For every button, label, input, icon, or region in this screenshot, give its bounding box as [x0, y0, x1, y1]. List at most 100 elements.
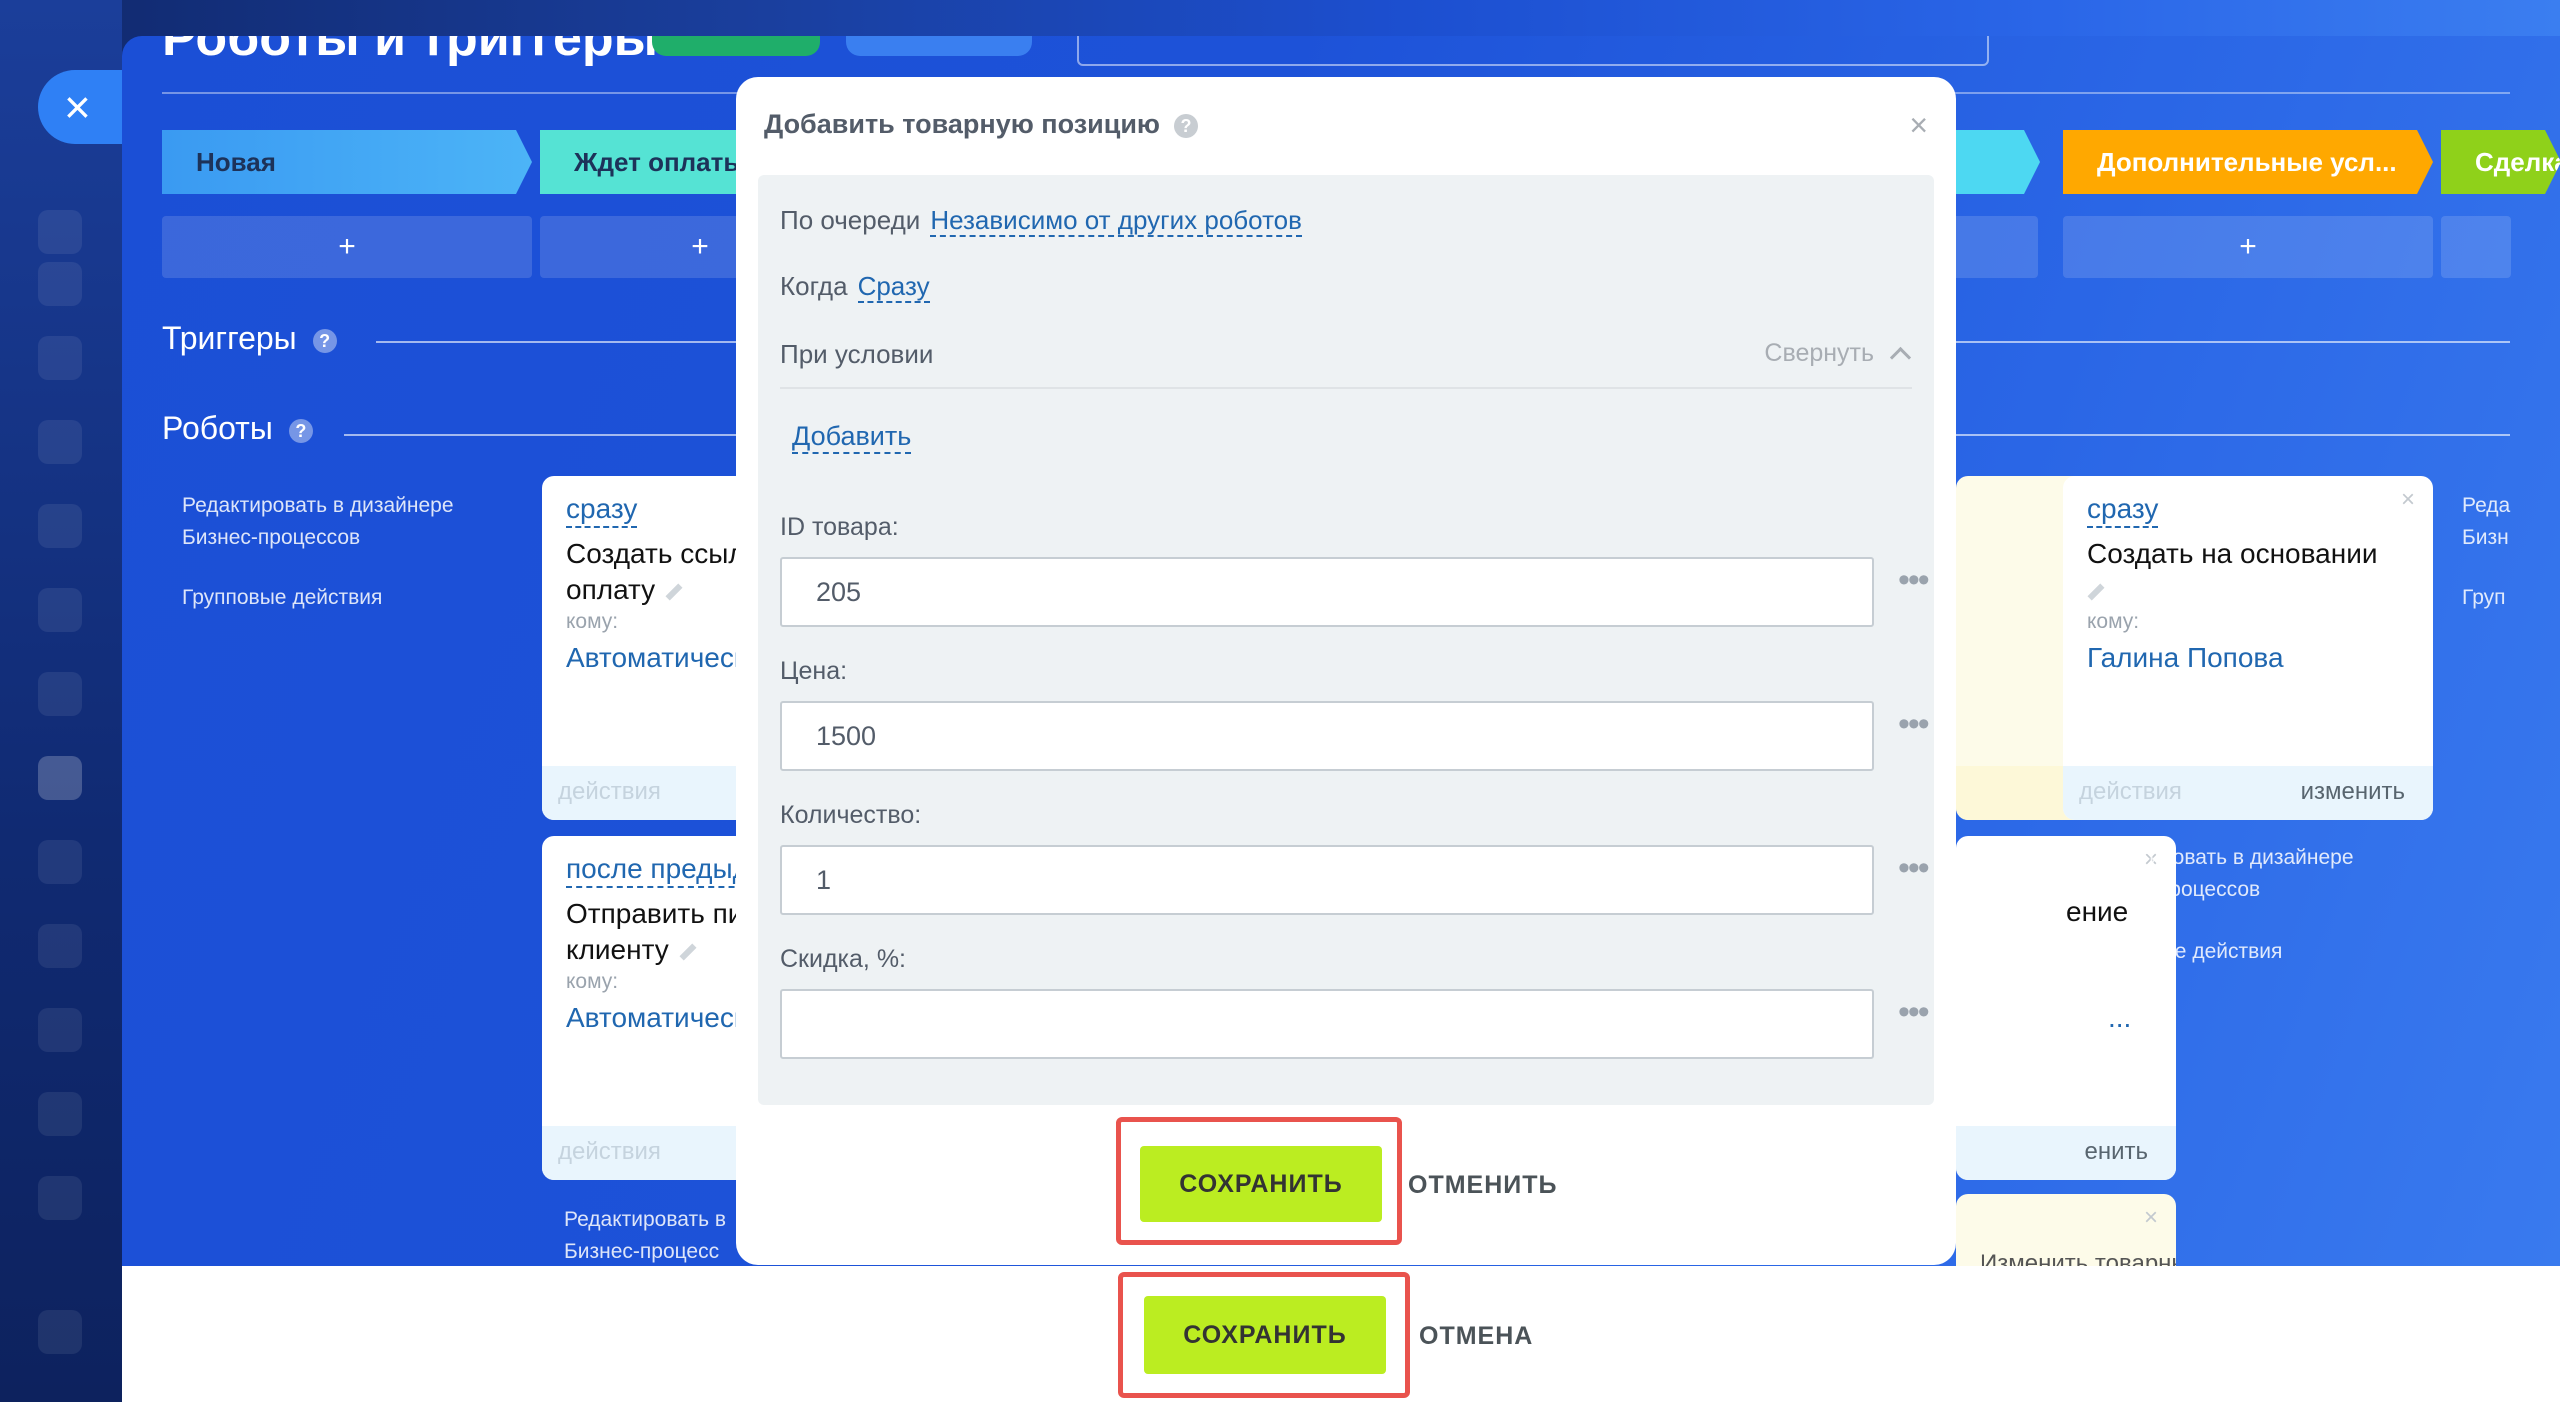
robot-title: Создать на основании [2087, 536, 2417, 608]
nav-icon[interactable] [38, 840, 82, 884]
group-actions-link[interactable]: Групповые действия [182, 582, 382, 614]
left-navigation-rail [0, 0, 122, 1402]
more-options-icon[interactable]: ••• [1898, 705, 1930, 744]
nav-icon[interactable] [38, 924, 82, 968]
help-icon[interactable]: ? [288, 418, 313, 443]
edit-in-designer-link[interactable]: Редактировать в дизайнере Бизнес-процесс… [182, 490, 454, 554]
nav-icon[interactable] [38, 1008, 82, 1052]
nav-icon[interactable] [38, 1310, 82, 1354]
more-options-icon[interactable]: ••• [1898, 561, 1930, 600]
edit-in-designer-link-cut[interactable]: Реда Бизн [2462, 490, 2510, 554]
edit-designer-line2: Бизнес-процесс [564, 1240, 720, 1263]
nav-icon[interactable] [38, 1092, 82, 1136]
page-title: Роботы и триггеры [162, 36, 659, 67]
quantity-input[interactable]: 1 [780, 845, 1874, 915]
price-input[interactable]: 1500 [780, 701, 1874, 771]
footer-cancel-button[interactable]: ОТМЕНА [1419, 1322, 1533, 1351]
robot-to-label: кому: [566, 610, 619, 633]
dialog-cancel-button[interactable]: ОТМЕНИТЬ [1408, 1171, 1557, 1200]
header-search-field[interactable] [1077, 36, 1989, 66]
more-options-icon[interactable]: ••• [1898, 849, 1930, 888]
queue-row: По очереди Независимо от других роботов [780, 205, 1302, 237]
discount-label: Скидка, %: [780, 945, 907, 973]
nav-icon[interactable] [38, 336, 82, 380]
robot-responsible[interactable]: Автоматически [566, 1002, 762, 1034]
edit-designer-line1: Редактировать в дизайнере [2082, 846, 2354, 869]
robot-responsible[interactable]: Автоматически [566, 642, 762, 674]
pencil-icon[interactable] [665, 583, 683, 601]
help-icon[interactable]: ? [312, 328, 337, 353]
dialog-body: По очереди Независимо от других роботов К… [758, 175, 1934, 1105]
close-icon: × [64, 81, 91, 133]
edit-designer-line2: Бизн [2462, 526, 2509, 549]
when-label: Когда [780, 271, 848, 301]
highlight-frame [1118, 1272, 1410, 1398]
nav-icon[interactable] [38, 588, 82, 632]
edit-in-designer-link[interactable]: Редактировать в дизайнере Бизнес-процесс… [2082, 842, 2354, 906]
stage-new[interactable]: Новая [162, 130, 532, 194]
add-trigger-button[interactable] [2441, 216, 2511, 278]
header-green-button[interactable] [652, 36, 820, 56]
robot-card[interactable]: × сразу Создать на основании кому: Галин… [2063, 476, 2433, 820]
group-actions-link-cut[interactable]: Груп [2462, 582, 2506, 614]
robot-to-label: кому: [2087, 610, 2140, 633]
robot-timing-link[interactable]: сразу [566, 492, 638, 528]
pencil-icon[interactable] [2087, 583, 2105, 601]
edit-designer-line2: Бизнес-процессов [2082, 878, 2261, 901]
when-link[interactable]: Сразу [857, 271, 930, 303]
robots-label: Роботы [162, 410, 273, 446]
robot-responsible-cut[interactable]: ... [2108, 1002, 2131, 1034]
highlight-frame [1116, 1117, 1402, 1245]
robot-actions-link[interactable]: действия [558, 1138, 661, 1166]
edit-designer-line1: Реда [2462, 494, 2511, 517]
queue-label: По очереди [780, 205, 921, 235]
collapse-label: Свернуть [1764, 339, 1875, 367]
nav-icon[interactable] [38, 210, 82, 254]
nav-icon[interactable] [38, 262, 82, 306]
condition-label: При условии [780, 339, 934, 369]
add-trigger-button[interactable]: + [162, 216, 532, 278]
when-row: Когда Сразу [780, 271, 930, 303]
more-options-icon[interactable]: ••• [1898, 993, 1930, 1032]
edit-designer-line1: Редактировать в дизайнере [182, 494, 454, 517]
help-icon[interactable]: ? [1173, 113, 1198, 138]
discount-input[interactable] [780, 989, 1874, 1059]
nav-icon[interactable] [38, 504, 82, 548]
robot-change-link[interactable]: енить [2084, 1138, 2148, 1166]
close-icon[interactable]: × [2401, 486, 2415, 514]
nav-icon[interactable] [38, 1176, 82, 1220]
price-label: Цена: [780, 657, 848, 685]
robot-change-link[interactable]: изменить [2301, 778, 2405, 806]
add-condition-link[interactable]: Добавить [792, 421, 912, 454]
group-actions-link[interactable]: Групповые действия [2082, 936, 2282, 968]
collapse-toggle[interactable]: Свернуть [1764, 339, 1912, 369]
dialog-close-icon[interactable]: × [1909, 107, 1928, 144]
robot-actions-link[interactable]: действия [558, 778, 661, 806]
robot-card-footer: енить [1956, 1126, 2176, 1180]
add-trigger-button[interactable]: + [2063, 216, 2433, 278]
queue-mode-link[interactable]: Независимо от других роботов [930, 205, 1302, 237]
nav-icon[interactable] [38, 420, 82, 464]
nav-icon[interactable] [38, 672, 82, 716]
condition-divider [780, 387, 1912, 389]
header-blue-button[interactable] [846, 36, 1032, 56]
robot-timing-link[interactable]: сразу [2087, 492, 2159, 528]
chevron-up-icon [1889, 346, 1912, 369]
stage-extra-terms[interactable]: Дополнительные усл... [2063, 130, 2433, 194]
robot-to-label: кому: [566, 970, 619, 993]
add-product-dialog: Добавить товарную позицию? × По очереди Н… [736, 77, 1956, 1265]
robot-actions-link[interactable]: действия [2079, 778, 2182, 806]
robot-title-text: Создать на основании [2087, 538, 2378, 569]
pencil-icon[interactable] [679, 943, 697, 961]
edit-designer-line1: Редактировать в [564, 1208, 727, 1231]
dialog-title: Добавить товарную позицию? [764, 109, 1198, 140]
close-icon[interactable]: × [2144, 1204, 2158, 1232]
edit-designer-line2: Бизнес-процессов [182, 526, 361, 549]
nav-icon-active[interactable] [38, 756, 82, 800]
robot-responsible[interactable]: Галина Попова [2087, 642, 2284, 674]
dialog-title-text: Добавить товарную позицию [764, 109, 1160, 139]
stage-deal[interactable]: Сделка [2441, 130, 2560, 194]
triggers-label: Триггеры [162, 320, 297, 356]
product-id-input[interactable]: 205 [780, 557, 1874, 627]
edit-in-designer-link[interactable]: Редактировать в Бизнес-процесс [564, 1204, 726, 1268]
